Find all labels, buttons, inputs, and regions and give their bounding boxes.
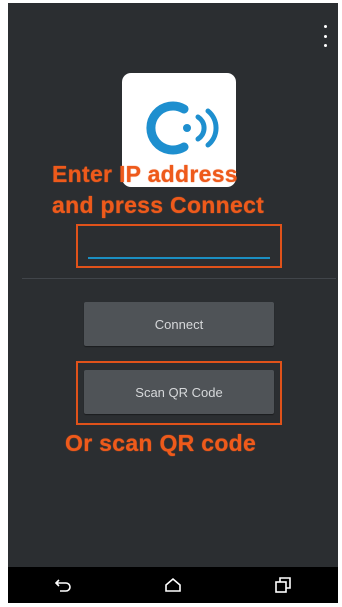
back-icon[interactable] <box>43 570 83 600</box>
ip-address-input[interactable] <box>88 235 270 259</box>
connect-button[interactable]: Connect <box>84 302 274 346</box>
annotation-enter-ip: Enter IP address <box>52 161 238 187</box>
recents-icon[interactable] <box>263 570 303 600</box>
scan-qr-button[interactable]: Scan QR Code <box>84 370 274 414</box>
annotation-press-connect: and press Connect <box>52 192 265 218</box>
app-screen: Enter IP address and press Connect Conne… <box>8 3 338 603</box>
home-icon[interactable] <box>153 570 193 600</box>
navigation-bar <box>8 567 338 603</box>
annotation-scan-qr: Or scan QR code <box>65 430 257 456</box>
divider <box>22 278 336 279</box>
overflow-menu-icon[interactable] <box>320 25 330 47</box>
